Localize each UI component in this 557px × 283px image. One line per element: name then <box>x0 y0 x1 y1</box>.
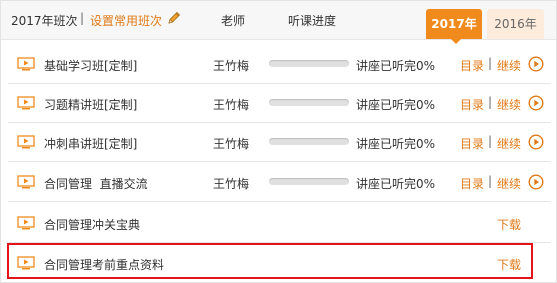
progress-bar <box>269 138 349 145</box>
play-circle-icon[interactable] <box>528 134 544 150</box>
download-link[interactable]: 下载 <box>497 216 521 233</box>
download-row: 合同管理冲关宝典 下载 <box>8 204 551 243</box>
link-separator: | <box>488 174 493 188</box>
course-teacher: 王竹梅 <box>213 177 250 191</box>
progress-status: 讲座已听完0% <box>356 177 436 191</box>
course-panel: 2017年班次 | 设置常用班次 老师 听课进度 2017年 2016年 基础学… <box>0 0 557 283</box>
continue-link[interactable]: 继续 <box>497 57 521 74</box>
pencil-icon[interactable] <box>166 10 182 26</box>
video-screen-icon <box>17 216 35 230</box>
progress-bar <box>269 60 349 67</box>
course-row: 习题精讲班[定制] 王竹梅 讲座已听完0% 目录 | 继续 <box>8 84 551 123</box>
course-name[interactable]: 合同管理 直播交流 <box>44 175 148 192</box>
course-teacher: 王竹梅 <box>213 137 250 151</box>
tab-active-caret <box>451 39 461 44</box>
course-row: 基础学习班[定制] 王竹梅 讲座已听完0% 目录 | 继续 <box>8 45 551 84</box>
course-row: 冲刺串讲班[定制] 王竹梅 讲座已听完0% 目录 | 继续 <box>8 123 551 162</box>
link-separator: | <box>488 134 493 148</box>
video-screen-icon <box>17 256 35 270</box>
course-name[interactable]: 冲刺串讲班[定制] <box>44 135 137 152</box>
video-screen-icon <box>17 96 35 110</box>
catalog-link[interactable]: 目录 <box>460 135 484 152</box>
course-row: 合同管理 直播交流 王竹梅 讲座已听完0% 目录 | 继续 <box>8 163 551 202</box>
progress-column-header: 听课进度 <box>288 14 337 28</box>
continue-link[interactable]: 继续 <box>497 96 521 113</box>
download-name[interactable]: 合同管理考前重点资料 <box>44 256 164 273</box>
panel-header: 2017年班次 | 设置常用班次 老师 听课进度 2017年 2016年 <box>1 1 556 44</box>
download-row: 合同管理考前重点资料 下载 <box>8 244 551 282</box>
video-screen-icon <box>17 57 35 71</box>
tab-2016-label: 2016年 <box>494 17 537 31</box>
play-circle-icon[interactable] <box>528 174 544 190</box>
teacher-column-header: 老师 <box>221 14 246 28</box>
course-name[interactable]: 基础学习班[定制] <box>44 57 137 74</box>
header-separator: | <box>80 11 85 25</box>
progress-bar <box>269 99 349 106</box>
progress-bar <box>269 178 349 185</box>
video-screen-icon <box>17 135 35 149</box>
play-circle-icon[interactable] <box>528 95 544 111</box>
continue-link[interactable]: 继续 <box>497 135 521 152</box>
tab-2016[interactable]: 2016年 <box>487 9 544 39</box>
catalog-link[interactable]: 目录 <box>460 57 484 74</box>
link-separator: | <box>488 95 493 109</box>
progress-status: 讲座已听完0% <box>356 137 436 151</box>
download-link[interactable]: 下载 <box>497 256 521 273</box>
continue-link[interactable]: 继续 <box>497 175 521 192</box>
play-circle-icon[interactable] <box>528 56 544 72</box>
course-teacher: 王竹梅 <box>213 59 250 73</box>
catalog-link[interactable]: 目录 <box>460 96 484 113</box>
tab-2017[interactable]: 2017年 <box>426 9 482 44</box>
course-name[interactable]: 习题精讲班[定制] <box>44 96 137 113</box>
tab-2017-label: 2017年 <box>431 17 477 31</box>
download-name[interactable]: 合同管理冲关宝典 <box>44 216 140 233</box>
progress-status: 讲座已听完0% <box>356 98 436 112</box>
progress-status: 讲座已听完0% <box>356 59 436 73</box>
link-separator: | <box>488 56 493 70</box>
catalog-link[interactable]: 目录 <box>460 175 484 192</box>
course-teacher: 王竹梅 <box>213 98 250 112</box>
set-common-class-link[interactable]: 设置常用班次 <box>90 12 162 29</box>
year-class-label: 2017年班次 <box>11 14 78 28</box>
video-screen-icon <box>17 175 35 189</box>
